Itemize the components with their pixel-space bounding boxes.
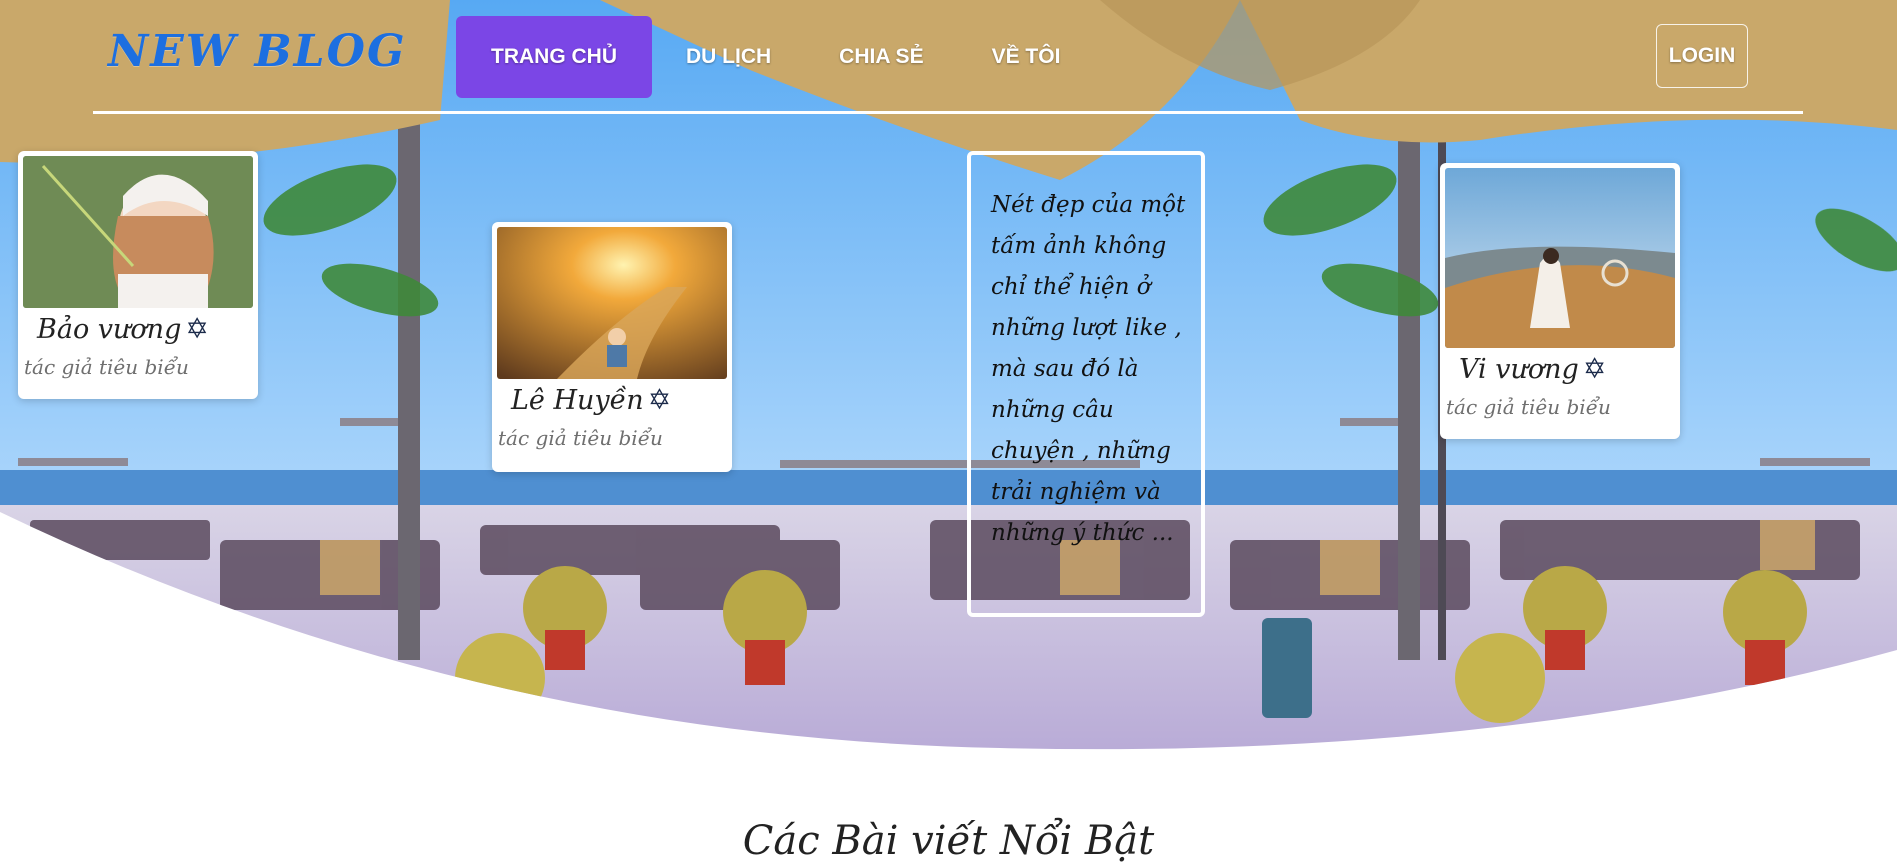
nav-item-ve-toi[interactable]: VỀ TÔI	[958, 16, 1095, 98]
author-name: Lê Huyền ✡	[511, 383, 672, 416]
star-of-david-icon: ✡	[647, 383, 672, 416]
quote-text: Nét đẹp của một tấm ảnh không chỉ thể hi…	[991, 192, 1186, 546]
author-name: Vi vương ✡	[1459, 352, 1607, 385]
quote-box: Nét đẹp của một tấm ảnh không chỉ thể hi…	[967, 151, 1205, 617]
author-card-bao-vuong[interactable]: Bảo vương ✡ tác giả tiêu biểu	[18, 151, 258, 399]
author-card-vi-vuong[interactable]: Vi vương ✡ tác giả tiêu biểu	[1440, 163, 1680, 439]
nav-item-chia-se[interactable]: CHIA SẺ	[805, 16, 957, 98]
nav-item-trang-chu[interactable]: TRANG CHỦ	[456, 16, 652, 98]
author-photo-le-huyen	[497, 227, 727, 379]
author-name: Bảo vương ✡	[37, 312, 209, 345]
site-logo[interactable]: NEW BLOG	[108, 26, 407, 77]
section-title: Các Bài viết Nổi Bật	[742, 818, 1155, 864]
nav-item-du-lich[interactable]: DU LỊCH	[652, 16, 805, 98]
author-photo-bao-vuong	[23, 156, 253, 308]
author-card-le-huyen[interactable]: Lê Huyền ✡ tác giả tiêu biểu	[492, 222, 732, 472]
star-of-david-icon: ✡	[185, 312, 209, 345]
author-role: tác giả tiêu biểu	[1446, 395, 1611, 419]
nav-divider	[93, 111, 1803, 114]
star-of-david-icon: ✡	[1582, 352, 1607, 385]
author-role: tác giả tiêu biểu	[24, 355, 189, 379]
login-button[interactable]: LOGIN	[1656, 24, 1748, 88]
author-role: tác giả tiêu biểu	[498, 426, 663, 450]
main-nav: TRANG CHỦ DU LỊCH CHIA SẺ VỀ TÔI	[456, 16, 1094, 98]
author-photo-vi-vuong	[1445, 168, 1675, 348]
